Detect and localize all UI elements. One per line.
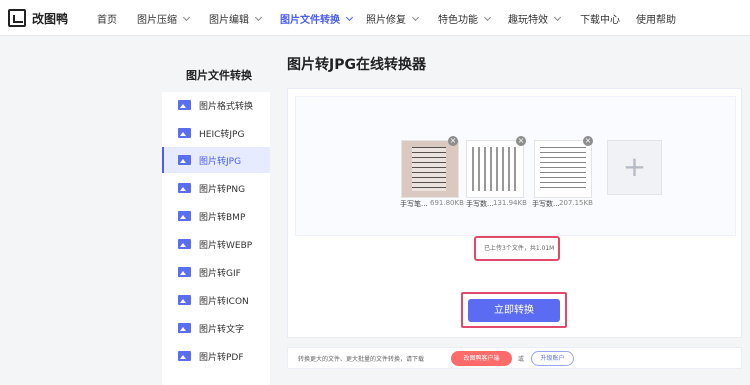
- chevron-down-icon: [254, 13, 263, 21]
- nav-item-downloads[interactable]: 下载中心: [580, 11, 620, 26]
- sidebar-item-heic-to-jpg[interactable]: HEIC转JPG: [162, 120, 270, 146]
- sidebar-item-to-pdf[interactable]: 图片转PDF: [162, 343, 270, 369]
- logo[interactable]: 改图鸭: [8, 7, 68, 29]
- chevron-down-icon: [345, 13, 354, 21]
- nav-item-photo-repair[interactable]: 照片修复: [366, 11, 420, 26]
- image-icon: [178, 295, 191, 305]
- sidebar-item-to-gif[interactable]: 图片转GIF: [162, 259, 270, 285]
- add-file-button[interactable]: +: [607, 140, 662, 195]
- upgrade-account-button[interactable]: 升级账户: [531, 351, 574, 366]
- brand-name: 改图鸭: [32, 11, 69, 26]
- converter-panel: × 手写笔... 691.80KB × 手写数... 131.94KB × 手写…: [287, 88, 742, 338]
- sidebar-item-to-text[interactable]: 图片转文字: [162, 315, 270, 341]
- nav-item-compress[interactable]: 图片压缩: [137, 11, 191, 26]
- image-icon: [178, 239, 191, 249]
- nav-item-edit[interactable]: 图片编辑: [209, 11, 263, 26]
- sidebar-item-to-icon[interactable]: 图片转ICON: [162, 287, 270, 313]
- nav-item-features[interactable]: 特色功能: [438, 11, 492, 26]
- chevron-down-icon: [411, 13, 420, 21]
- remove-file-icon[interactable]: ×: [583, 136, 593, 146]
- image-icon: [178, 323, 191, 333]
- file-size: 207.15KB: [559, 199, 593, 207]
- promo-or: 或: [518, 356, 525, 363]
- image-icon: [178, 155, 191, 165]
- image-icon: [178, 211, 191, 221]
- image-icon: [178, 351, 191, 361]
- upload-area[interactable]: × 手写笔... 691.80KB × 手写数... 131.94KB × 手写…: [295, 96, 736, 236]
- sidebar: 图片格式转换 HEIC转JPG 图片转JPG 图片转PNG 图片转BMP 图片转…: [162, 92, 270, 385]
- nav-item-file-convert[interactable]: 图片文件转换: [280, 11, 354, 26]
- file-thumbnail[interactable]: [534, 140, 592, 198]
- sidebar-item-to-bmp[interactable]: 图片转BMP: [162, 203, 270, 229]
- file-name: 手写数...: [466, 200, 494, 208]
- upload-status-text: 已上传3个文件，共1.01M: [484, 245, 555, 252]
- image-icon: [178, 267, 191, 277]
- convert-button-highlight: 立即转换: [461, 292, 567, 328]
- nav-item-home[interactable]: 首页: [97, 11, 117, 26]
- sidebar-item-to-jpg[interactable]: 图片转JPG: [162, 147, 270, 173]
- file-name: 手写数...: [532, 200, 560, 208]
- file-size: 131.94KB: [493, 199, 527, 207]
- chevron-down-icon: [182, 13, 191, 21]
- top-navigation: 改图鸭 首页 图片压缩 图片编辑 图片文件转换 照片修复 特色功能 趣玩特效 下…: [0, 0, 750, 36]
- file-size: 691.80KB: [430, 199, 464, 207]
- chevron-down-icon: [553, 13, 562, 21]
- file-thumbnail[interactable]: [401, 140, 459, 198]
- chevron-down-icon: [483, 13, 492, 21]
- image-icon: [178, 183, 191, 193]
- image-icon: [178, 100, 191, 110]
- sidebar-item-to-png[interactable]: 图片转PNG: [162, 175, 270, 201]
- logo-icon: [8, 9, 26, 27]
- remove-file-icon[interactable]: ×: [448, 136, 458, 146]
- page-title: 图片转JPG在线转换器: [287, 57, 426, 73]
- file-name: 手写笔...: [400, 200, 428, 208]
- convert-button[interactable]: 立即转换: [468, 299, 560, 322]
- sidebar-item-format-convert[interactable]: 图片格式转换: [162, 92, 270, 118]
- promo-text: 转换更大的文件、更大批量的文件转换，请下载: [298, 356, 425, 363]
- remove-file-icon[interactable]: ×: [516, 136, 526, 146]
- upload-status: 已上传3个文件，共1.01M: [474, 236, 560, 261]
- sidebar-item-to-webp[interactable]: 图片转WEBP: [162, 231, 270, 257]
- file-thumbnail[interactable]: [466, 140, 524, 198]
- promo-bar: 转换更大的文件、更大批量的文件转换，请下载 改图鸭客户端 或 升级账户: [287, 347, 742, 369]
- nav-item-fun-effects[interactable]: 趣玩特效: [508, 11, 562, 26]
- download-client-button[interactable]: 改图鸭客户端: [451, 351, 512, 366]
- heic-icon: [178, 128, 191, 138]
- nav-item-help[interactable]: 使用帮助: [636, 11, 676, 26]
- sidebar-title: 图片文件转换: [186, 69, 252, 82]
